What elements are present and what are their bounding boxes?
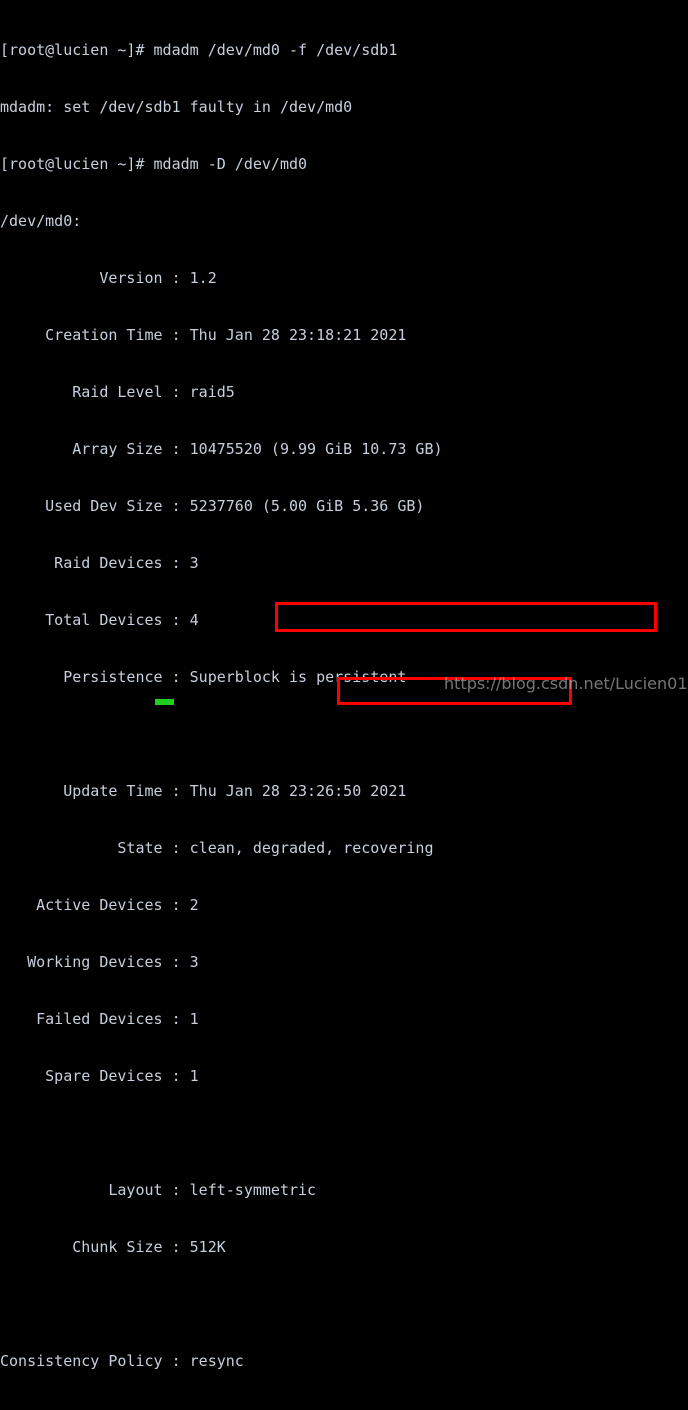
terminal-line: Working Devices : 3 <box>0 953 199 971</box>
terminal-cursor <box>155 699 174 705</box>
terminal-line: Chunk Size : 512K <box>0 1238 226 1256</box>
terminal-output[interactable]: [root@lucien ~]# mdadm /dev/md0 -f /dev/… <box>0 0 688 1370</box>
terminal-line: [root@lucien ~]# mdadm /dev/md0 -f /dev/… <box>0 41 398 59</box>
terminal-line: Raid Devices : 3 <box>0 554 199 572</box>
terminal-line: Layout : left-symmetric <box>0 1181 317 1199</box>
terminal-line: /dev/md0: <box>0 212 82 230</box>
terminal-line: Persistence : Superblock is persistent <box>0 668 407 686</box>
terminal-line: Version : 1.2 <box>0 269 217 287</box>
terminal-line: Failed Devices : 1 <box>0 1010 199 1028</box>
terminal-line: Raid Level : raid5 <box>0 383 235 401</box>
terminal-line: [root@lucien ~]# mdadm -D /dev/md0 <box>0 155 308 173</box>
terminal-line: Consistency Policy : resync <box>0 1352 244 1370</box>
terminal-line: Creation Time : Thu Jan 28 23:18:21 2021 <box>0 326 407 344</box>
terminal-line: Total Devices : 4 <box>0 611 199 629</box>
terminal-line: State : clean, degraded, recovering <box>0 839 434 857</box>
terminal-line: mdadm: set /dev/sdb1 faulty in /dev/md0 <box>0 98 353 116</box>
terminal-line: Update Time : Thu Jan 28 23:26:50 2021 <box>0 782 407 800</box>
terminal-line: Used Dev Size : 5237760 (5.00 GiB 5.36 G… <box>0 497 425 515</box>
terminal-line: Spare Devices : 1 <box>0 1067 199 1085</box>
terminal-line: Array Size : 10475520 (9.99 GiB 10.73 GB… <box>0 440 443 458</box>
terminal-line: Active Devices : 2 <box>0 896 199 914</box>
